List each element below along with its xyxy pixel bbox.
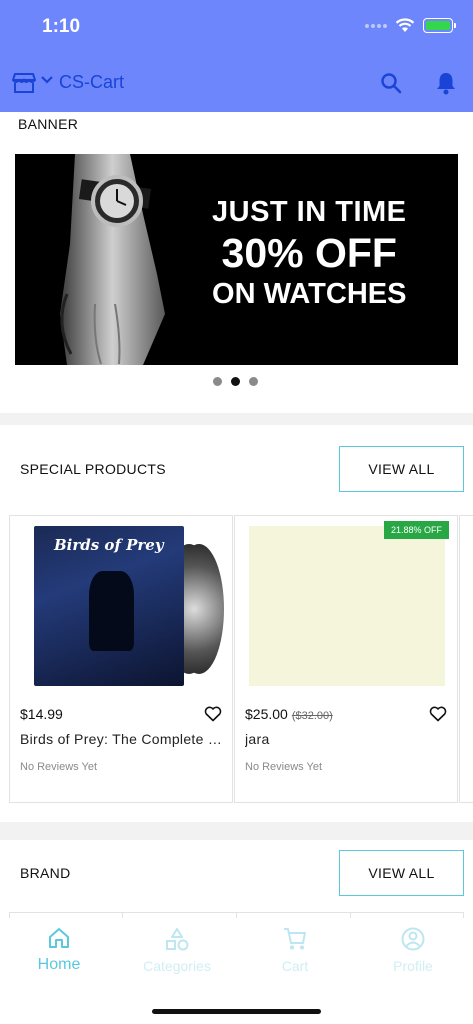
tab-home-label: Home (37, 956, 81, 973)
dvd-figure-image (89, 571, 134, 651)
chevron-down-icon[interactable] (40, 75, 54, 85)
tab-home[interactable]: Home (0, 926, 118, 974)
banner-pagination[interactable] (213, 377, 258, 386)
product-card[interactable]: 21.88% OFF $25.00 ($32.00) jara No Review… (234, 515, 458, 803)
cart-icon (284, 928, 306, 950)
product-reviews: No Reviews Yet (20, 761, 98, 773)
brand-view-all-button[interactable]: VIEW ALL (339, 850, 464, 896)
status-indicators (365, 18, 456, 33)
banner-headline-line-1: JUST IN TIME (212, 196, 407, 228)
watch-hand-image (60, 154, 165, 365)
home-indicator (152, 1009, 321, 1014)
product-name[interactable]: Birds of Prey: The Complete Series (20, 731, 225, 747)
special-products-label: SPECIAL PRODUCTS (20, 461, 166, 477)
tab-categories[interactable]: Categories (118, 926, 236, 974)
wifi-icon (395, 18, 415, 32)
tab-cart-label: Cart (281, 958, 309, 974)
home-icon (49, 928, 69, 948)
battery-icon (423, 18, 456, 33)
banner-headline-line-2: 30% OFF (221, 230, 397, 276)
status-time: 1:10 (42, 16, 81, 37)
header: 1:10 CS-Cart (0, 0, 473, 112)
app-bar: CS-Cart (0, 66, 473, 102)
section-divider (0, 822, 473, 840)
brand-label: BRAND (20, 865, 71, 881)
banner-label: BANNER (18, 116, 79, 132)
product-current-price: $14.99 (20, 706, 63, 722)
store-title[interactable]: CS-Cart (59, 72, 124, 93)
section-divider (0, 413, 473, 425)
tab-categories-label: Categories (143, 958, 211, 974)
product-card-partial[interactable] (459, 515, 473, 803)
heart-icon[interactable] (204, 706, 222, 722)
product-price: $25.00 ($32.00) (245, 706, 333, 722)
banner-headline: JUST IN TIME 30% OFF ON WATCHES (212, 198, 407, 309)
tab-profile[interactable]: Profile (354, 926, 472, 974)
search-icon[interactable] (380, 72, 402, 94)
profile-icon (401, 927, 425, 951)
banner-headline-line-3: ON WATCHES (212, 278, 407, 310)
heart-icon[interactable] (429, 706, 447, 722)
product-card[interactable]: Birds of Prey $14.99 Birds of Prey: The … (9, 515, 233, 803)
tab-profile-label: Profile (393, 958, 433, 974)
signal-icon (365, 23, 387, 28)
banner-image[interactable]: JUST IN TIME 30% OFF ON WATCHES (15, 154, 458, 365)
product-name[interactable]: jara (245, 731, 450, 747)
discount-badge: 21.88% OFF (383, 521, 449, 539)
page-dot-active[interactable] (231, 377, 240, 386)
dvd-cover-image: Birds of Prey (34, 526, 184, 686)
product-old-price: ($32.00) (291, 710, 333, 722)
tab-cart[interactable]: Cart (236, 926, 354, 974)
bell-icon[interactable] (435, 71, 457, 95)
special-products-view-all-button[interactable]: VIEW ALL (339, 446, 464, 492)
page-dot[interactable] (213, 377, 222, 386)
product-reviews: No Reviews Yet (245, 761, 323, 773)
product-image: Birds of Prey (24, 526, 224, 686)
dvd-cover-title: Birds of Prey (54, 536, 164, 554)
categories-icon (166, 928, 189, 951)
store-icon[interactable] (12, 72, 36, 94)
product-image-placeholder (249, 526, 445, 686)
product-current-price: $25.00 (245, 706, 288, 722)
product-price: $14.99 (20, 706, 63, 722)
page-dot[interactable] (249, 377, 258, 386)
